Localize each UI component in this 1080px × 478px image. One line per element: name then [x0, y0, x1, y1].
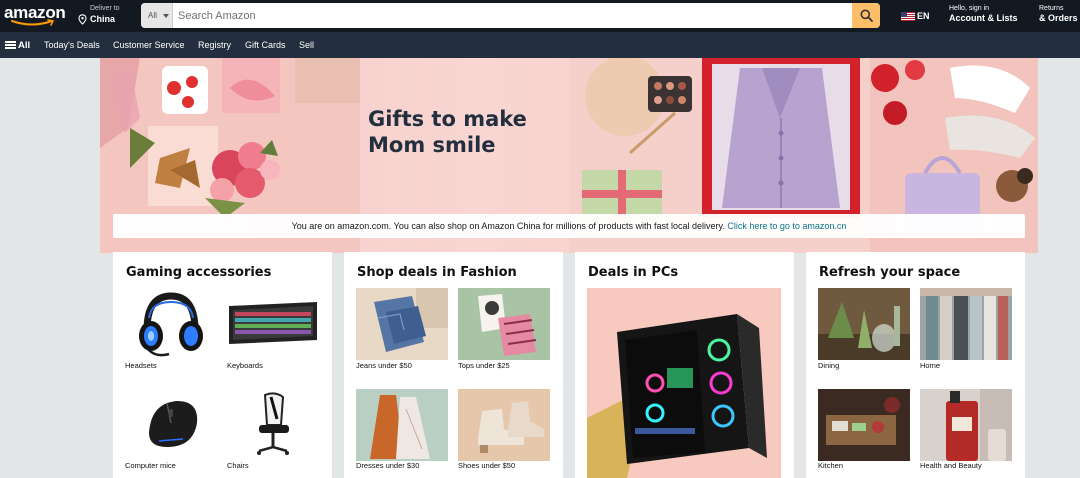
search-bar: All: [141, 3, 880, 28]
tile-keyboards[interactable]: [227, 288, 319, 360]
headset-image: [139, 292, 203, 357]
secondary-navbar: All Today's Deals Customer Service Regis…: [0, 32, 1080, 58]
caret-down-icon: [163, 14, 169, 18]
tile-caption: Dresses under $30: [356, 461, 420, 470]
amazon-logo[interactable]: amazon: [4, 3, 66, 29]
health-beauty-image: [920, 389, 1012, 461]
region-notice-text: You are on amazon.com. You can also shop…: [291, 221, 725, 231]
card-title: Gaming accessories: [126, 265, 272, 280]
returns-orders[interactable]: Returns & Orders: [1039, 5, 1078, 23]
search-input[interactable]: [173, 3, 852, 28]
location-pin-icon: [78, 14, 87, 25]
tile-caption: Kitchen: [818, 461, 844, 470]
home-textiles-image: [920, 288, 1012, 360]
dining-image: [818, 288, 910, 360]
tile-tops[interactable]: [458, 288, 550, 360]
tile-health-beauty[interactable]: [920, 389, 1012, 461]
tile-computer-mice[interactable]: [125, 389, 217, 461]
orders-label: & Orders: [1039, 13, 1078, 23]
gaming-chair-image: [257, 392, 289, 455]
jeans-image: [356, 288, 448, 360]
card-title: Deals in PCs: [588, 265, 679, 280]
card-title: Shop deals in Fashion: [357, 265, 517, 280]
account-greeting: Hello, sign in: [949, 5, 990, 12]
dresses-image: [356, 389, 448, 461]
tile-headsets[interactable]: [125, 288, 217, 360]
tile-caption: Tops under $25: [458, 361, 510, 370]
tile-caption: Jeans under $50: [356, 361, 412, 370]
nav-gift-cards[interactable]: Gift Cards: [245, 40, 286, 50]
search-category-label: All: [148, 11, 157, 20]
tile-caption: Dining: [818, 361, 840, 370]
search-button[interactable]: [852, 3, 880, 28]
tops-image: [458, 288, 550, 360]
card-title: Refresh your space: [819, 265, 961, 280]
card-refresh-space[interactable]: Refresh your space Dining Home Kitchen H…: [806, 252, 1025, 478]
card-pc-deals[interactable]: Deals in PCs: [575, 252, 794, 478]
tile-dining[interactable]: [818, 288, 910, 360]
top-navbar: amazon Deliver to China All EN He: [0, 0, 1080, 32]
tile-caption: Computer mice: [125, 461, 176, 470]
kitchen-image: [818, 389, 910, 461]
deliver-country: China: [90, 14, 116, 24]
returns-label: Returns: [1039, 5, 1064, 12]
nav-sell[interactable]: Sell: [299, 40, 314, 50]
tile-caption: Headsets: [125, 361, 157, 370]
hamburger-icon: [5, 41, 16, 49]
tile-chairs[interactable]: [227, 389, 319, 461]
language-label: EN: [917, 11, 930, 21]
hero-banner[interactable]: Gifts to make Mom smile You are on amazo…: [100, 58, 1038, 253]
all-menu-label: All: [18, 40, 31, 51]
hero-title-line2: Mom smile: [368, 133, 496, 157]
nav-customer-service[interactable]: Customer Service: [113, 40, 185, 50]
tile-dresses[interactable]: [356, 389, 448, 461]
tile-caption: Chairs: [227, 461, 249, 470]
tile-caption: Home: [920, 361, 941, 370]
deliver-label: Deliver to: [90, 5, 120, 12]
shoes-image: [458, 389, 550, 461]
tile-caption: Shoes under $50: [458, 461, 516, 470]
search-icon: [860, 9, 873, 22]
amazon-cn-link[interactable]: Click here to go to amazon.cn: [727, 221, 846, 231]
account-label: Account & Lists: [949, 13, 1018, 23]
tile-jeans[interactable]: [356, 288, 448, 360]
nav-todays-deals[interactable]: Today's Deals: [44, 40, 100, 50]
region-notice: You are on amazon.com. You can also shop…: [113, 214, 1025, 238]
computer-mouse-image: [149, 401, 198, 447]
tile-caption: Keyboards: [227, 361, 263, 370]
pc-deal-image[interactable]: [587, 288, 781, 478]
keyboard-image: [229, 302, 317, 344]
tile-home[interactable]: [920, 288, 1012, 360]
card-gaming-accessories[interactable]: Gaming accessories Headsets Keyboards Co…: [113, 252, 332, 478]
tile-kitchen[interactable]: [818, 389, 910, 461]
tile-caption: Health and Beauty: [920, 461, 982, 470]
gaming-pc-image: [587, 288, 781, 478]
hero-title: Gifts to make Mom smile: [368, 106, 568, 158]
hero-title-line1: Gifts to make: [368, 107, 527, 131]
us-flag-icon: [901, 12, 915, 21]
nav-registry[interactable]: Registry: [198, 40, 231, 50]
smile-arrow-icon: [11, 19, 55, 26]
account-lists[interactable]: Hello, sign in Account & Lists: [949, 5, 1018, 23]
search-category-dropdown[interactable]: All: [141, 3, 173, 28]
tile-shoes[interactable]: [458, 389, 550, 461]
card-fashion-deals[interactable]: Shop deals in Fashion Jeans under $50 To…: [344, 252, 563, 478]
